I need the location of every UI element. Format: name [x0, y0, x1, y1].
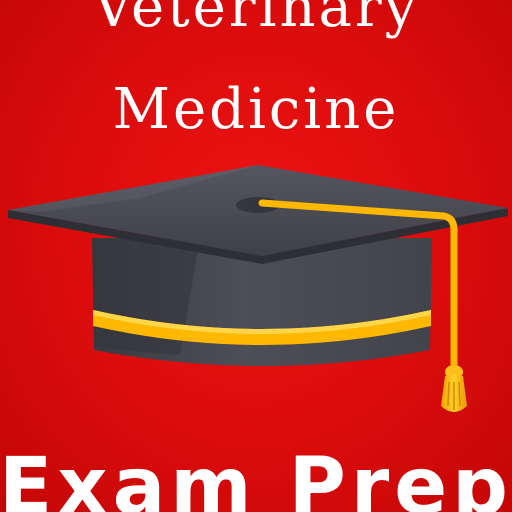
title-line-medicine: Medicine [112, 77, 400, 142]
app-icon: Veterinary Medicine Exam Prep [0, 0, 512, 512]
subtitle-exam-prep: Exam Prep [0, 442, 512, 512]
title-line-veterinary: Veterinary [92, 0, 420, 40]
graduation-cap-icon [8, 165, 508, 412]
